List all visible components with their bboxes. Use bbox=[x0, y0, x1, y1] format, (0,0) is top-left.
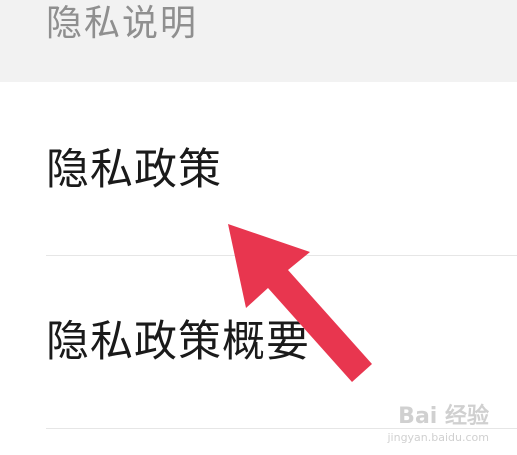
divider bbox=[46, 428, 517, 429]
list-item-label: 隐私政策概要 bbox=[46, 317, 310, 367]
list-item-label: 隐私政策 bbox=[46, 145, 222, 195]
section-header: 隐私说明 bbox=[0, 0, 517, 82]
list-item-privacy-policy-summary[interactable]: 隐私政策概要 bbox=[0, 256, 517, 428]
privacy-settings-screen: 隐私说明 隐私政策 隐私政策概要 Bai 经验 jingyan.baidu.co… bbox=[0, 0, 517, 455]
watermark-url: jingyan.baidu.com bbox=[387, 431, 489, 444]
list-item-privacy-policy[interactable]: 隐私政策 bbox=[0, 82, 517, 255]
section-title: 隐私说明 bbox=[46, 3, 199, 44]
